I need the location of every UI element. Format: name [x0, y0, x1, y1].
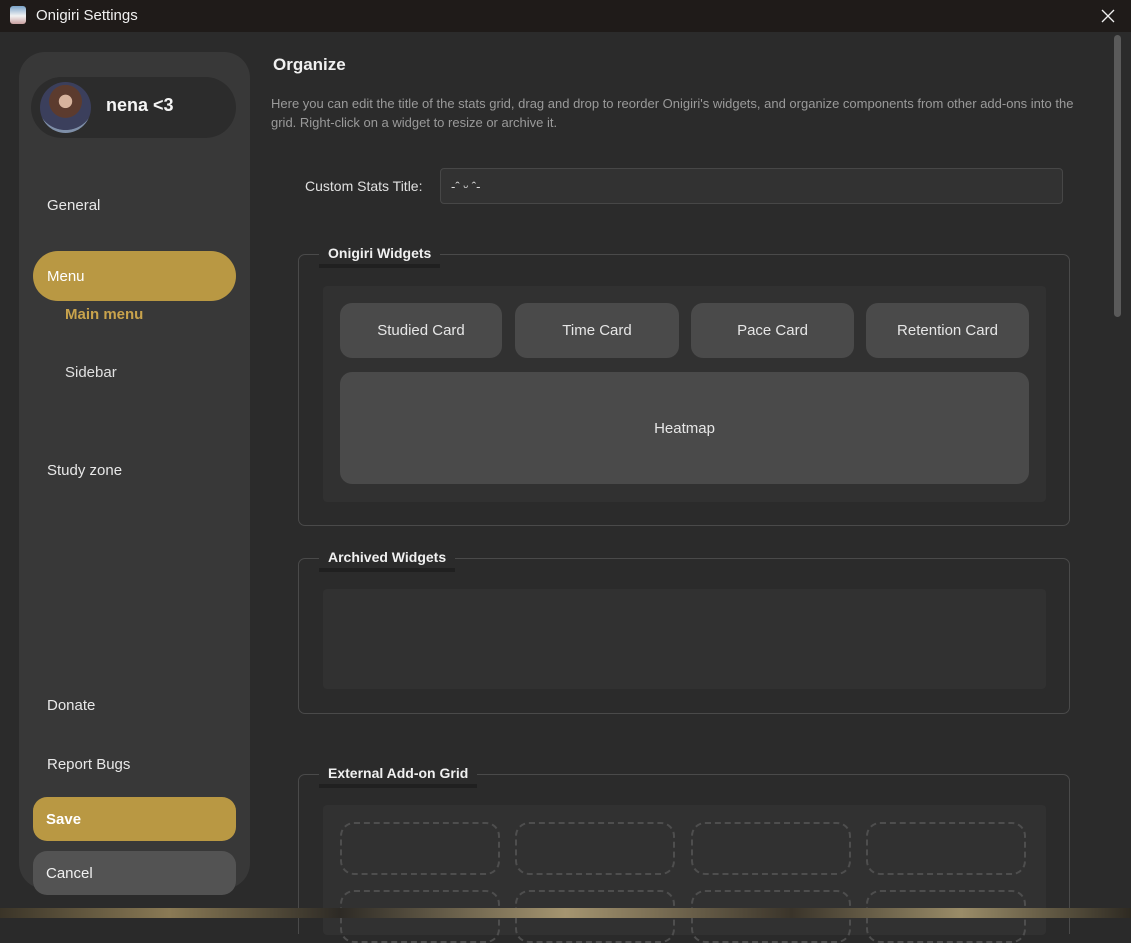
onigiri-widgets-title: Onigiri Widgets	[319, 242, 441, 268]
sidebar-subitem-sidebar[interactable]: Sidebar	[65, 364, 117, 381]
window-title: Onigiri Settings	[36, 7, 138, 24]
title-bar: Onigiri Settings	[0, 0, 1131, 32]
background-photo-edge	[0, 908, 1131, 918]
sidebar: nena <3 General Menu Main menu Sidebar S…	[19, 52, 250, 895]
grid-slot[interactable]	[340, 822, 500, 875]
onigiri-widgets-grid: Studied Card Time Card Pace Card Retenti…	[323, 286, 1046, 502]
onigiri-widgets-group: Onigiri Widgets Studied Card Time Card P…	[298, 242, 1070, 526]
save-button[interactable]: Save	[33, 797, 236, 841]
sidebar-item-general[interactable]: General	[33, 180, 236, 230]
external-addon-grid-title: External Add-on Grid	[319, 762, 478, 788]
onigiri-app-icon	[10, 6, 26, 24]
page-title: Organize	[273, 55, 346, 74]
archived-widgets-group: Archived Widgets	[298, 546, 1070, 714]
cancel-button[interactable]: Cancel	[33, 851, 236, 895]
archived-widgets-title: Archived Widgets	[319, 546, 456, 572]
sidebar-item-menu[interactable]: Menu	[33, 251, 236, 301]
widget-heatmap[interactable]: Heatmap	[340, 372, 1029, 484]
close-icon	[1101, 9, 1115, 23]
vertical-scrollbar-thumb[interactable]	[1114, 35, 1121, 317]
sidebar-subitem-main-menu[interactable]: Main menu	[65, 306, 143, 323]
widget-studied-card[interactable]: Studied Card	[340, 303, 502, 358]
widget-time-card[interactable]: Time Card	[515, 303, 679, 358]
custom-stats-title-label: Custom Stats Title:	[305, 178, 423, 194]
settings-window: nena <3 General Menu Main menu Sidebar S…	[0, 32, 1131, 943]
close-button[interactable]	[1085, 0, 1131, 32]
widget-retention-card[interactable]: Retention Card	[866, 303, 1029, 358]
profile-card: nena <3	[31, 77, 236, 138]
profile-name: nena <3	[106, 95, 174, 115]
sidebar-item-report-bugs[interactable]: Report Bugs	[33, 739, 236, 789]
grid-slot[interactable]	[515, 822, 675, 875]
archived-widgets-dropzone[interactable]	[323, 589, 1046, 689]
avatar	[40, 82, 91, 133]
sidebar-item-study-zone[interactable]: Study zone	[33, 445, 236, 495]
grid-slot[interactable]	[691, 822, 851, 875]
custom-stats-title-input[interactable]	[440, 168, 1063, 204]
grid-slot[interactable]	[866, 822, 1026, 875]
sidebar-item-donate[interactable]: Donate	[33, 680, 236, 730]
widget-pace-card[interactable]: Pace Card	[691, 303, 854, 358]
page-description: Here you can edit the title of the stats…	[271, 96, 1074, 130]
